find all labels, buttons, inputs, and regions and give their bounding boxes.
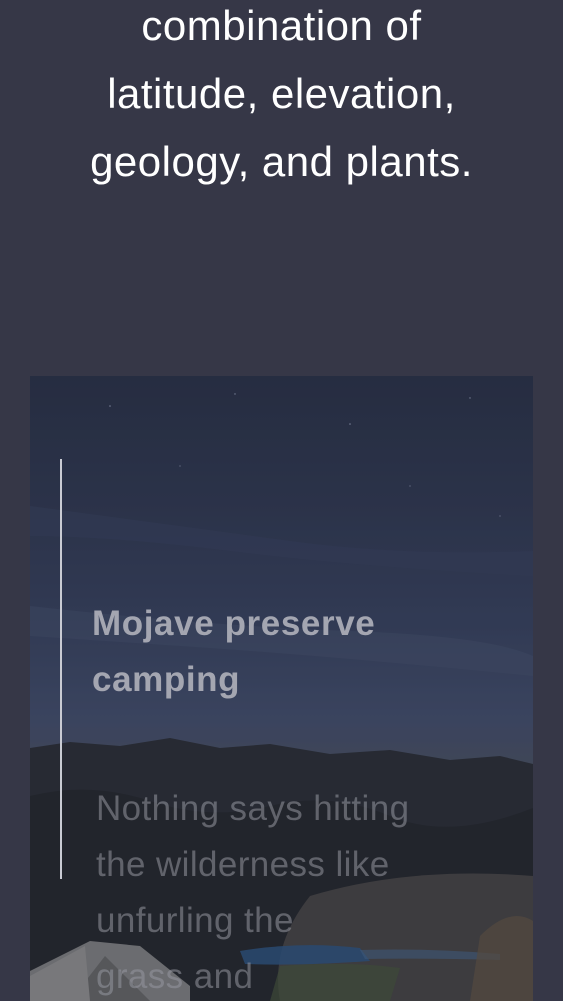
camping-card[interactable]: Mojave preserve camping Nothing says hit… (30, 376, 533, 1001)
card-title-line: camping (92, 660, 241, 699)
intro-line: combination of (141, 2, 422, 49)
card-title: Mojave preserve camping (92, 596, 492, 708)
page: combination of latitude, elevation, geol… (0, 0, 563, 1001)
card-body-line: grass and (96, 957, 254, 996)
card-body-line: the wilderness like (96, 845, 390, 884)
card-body-line: unfurling the (96, 901, 294, 940)
intro-line: latitude, elevation, (107, 70, 456, 117)
accent-divider (60, 459, 62, 879)
card-body-line: Nothing says hitting (96, 789, 410, 828)
card-description: Nothing says hitting the wilderness like… (96, 781, 496, 1001)
intro-line: geology, and plants. (90, 138, 473, 185)
card-title-line: Mojave preserve (92, 604, 376, 643)
intro-text: combination of latitude, elevation, geol… (0, 0, 563, 196)
